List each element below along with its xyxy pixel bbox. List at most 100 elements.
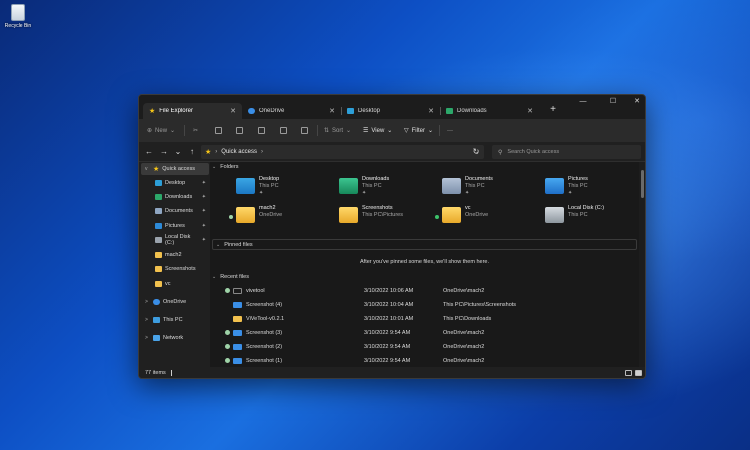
filter-button[interactable]: ▽ Filter ⌄ [404, 124, 433, 137]
minimize-button[interactable]: — [575, 97, 591, 107]
chevron-right-icon[interactable]: > [145, 317, 150, 323]
up-button[interactable]: ↑ [187, 146, 197, 158]
sidebar-item-mach2[interactable]: mach2 [141, 249, 209, 261]
sidebar-item-network[interactable]: > Network [141, 332, 209, 344]
rename-button[interactable] [258, 124, 265, 137]
chevron-right-icon[interactable]: > [145, 299, 150, 305]
sidebar-item-desktop[interactable]: Desktop ✦ [141, 177, 209, 189]
file-name: Screenshot (1) [246, 358, 283, 364]
new-tab-button[interactable]: + [547, 104, 559, 116]
forward-button[interactable]: → [159, 146, 169, 158]
sidebar-item-local-disk[interactable]: Local Disk (C:) ✦ [141, 234, 209, 246]
sidebar-item-screenshots[interactable]: Screenshots [141, 263, 209, 275]
table-row[interactable]: Screenshot (4) 3/10/2022 10:04 AM This P… [212, 299, 632, 312]
table-row[interactable]: vivetool 3/10/2022 10:06 AM OneDrive\mac… [212, 285, 632, 298]
command-bar: ⊕ New ⌄ ✂ ⇅ Sort ⌄ ☰ View ⌄ ▽ Filter ⌄ ·… [139, 119, 645, 142]
image-file-icon [233, 358, 242, 364]
sidebar-item-label: Network [163, 335, 184, 341]
pinned-files-section-header[interactable]: ⌄ Pinned files [212, 239, 637, 250]
address-bar[interactable]: ★ › Quick access › ⌄ [201, 145, 484, 159]
recent-locations-button[interactable]: ⌄ [173, 146, 183, 158]
folder-tile-mach2[interactable]: mach2 OneDrive [236, 205, 336, 231]
desktop-icon [347, 108, 354, 114]
folder-tile-pictures[interactable]: Pictures This PC ✦ [545, 176, 645, 202]
tab-downloads[interactable]: Downloads ✕ [440, 103, 539, 119]
chevron-down-icon: ⌄ [216, 241, 221, 248]
desktop-recycle-bin[interactable]: Recycle Bin [4, 4, 32, 29]
plus-circle-icon: ⊕ [147, 128, 153, 134]
folder-tile-local-disk[interactable]: Local Disk (C:) This PC [545, 205, 645, 231]
table-row[interactable]: Screenshot (3) 3/10/2022 9:54 AM OneDriv… [212, 327, 632, 340]
search-box[interactable]: ⚲ [492, 145, 641, 159]
tiles-view-button[interactable] [635, 370, 642, 376]
folder-icon [155, 281, 162, 287]
file-location: This PC\Downloads [443, 316, 492, 322]
table-row[interactable]: Screenshot (2) 3/10/2022 9:54 AM OneDriv… [212, 341, 632, 354]
copy-button[interactable] [215, 124, 222, 137]
image-file-icon [233, 302, 242, 308]
sidebar-item-pictures[interactable]: Pictures ✦ [141, 220, 209, 232]
close-tab-icon[interactable]: ✕ [329, 107, 335, 115]
details-view-button[interactable] [625, 370, 632, 376]
cut-button[interactable]: ✂ [193, 124, 198, 137]
folder-tile-desktop[interactable]: Desktop This PC ✦ [236, 176, 336, 202]
pin-icon: ✦ [201, 180, 206, 186]
delete-button[interactable] [301, 124, 308, 137]
chevron-down-icon: ⌄ [346, 128, 352, 134]
sidebar-item-label: Downloads [165, 194, 193, 200]
tab-desktop[interactable]: Desktop ✕ [341, 103, 441, 119]
sidebar-item-quick-access[interactable]: v ★ Quick access [141, 163, 209, 175]
recent-files-section-header[interactable]: ⌄ Recent files [212, 272, 637, 282]
sort-button[interactable]: ⇅ Sort ⌄ [324, 124, 351, 137]
documents-folder-icon [442, 178, 461, 194]
tab-onedrive[interactable]: OneDrive ✕ [242, 103, 342, 119]
table-row[interactable]: ViVeTool-v0.2.1 3/10/2022 10:01 AM This … [212, 313, 632, 326]
paste-button[interactable] [236, 124, 243, 137]
folder-tile-vc[interactable]: vc OneDrive [442, 205, 542, 231]
file-date: 3/10/2022 9:54 AM [364, 358, 411, 364]
close-tab-icon[interactable]: ✕ [428, 107, 434, 115]
sidebar-item-documents[interactable]: Documents ✦ [141, 205, 209, 217]
folder-tile-screenshots[interactable]: Screenshots This PC\Pictures [339, 205, 439, 231]
pictures-folder-icon [545, 178, 564, 194]
filter-label: Filter [411, 127, 425, 134]
network-icon [153, 335, 160, 341]
sidebar-item-onedrive[interactable]: > OneDrive [141, 296, 209, 308]
sidebar-item-this-pc[interactable]: > This PC [141, 314, 209, 326]
tab-file-explorer[interactable]: ★ File Explorer ✕ [143, 103, 242, 119]
sidebar-item-downloads[interactable]: Downloads ✦ [141, 191, 209, 203]
scrollbar-thumb[interactable] [641, 170, 644, 198]
see-more-button[interactable]: ··· [447, 124, 453, 137]
sync-status-icon [435, 215, 439, 219]
share-button[interactable] [280, 124, 287, 137]
file-name: Screenshot (4) [246, 302, 283, 308]
back-button[interactable]: ← [144, 146, 154, 158]
tab-label: Downloads [457, 108, 487, 114]
file-location: OneDrive\mach2 [443, 330, 485, 336]
refresh-button[interactable]: ↻ [471, 147, 481, 157]
close-tab-icon[interactable]: ✕ [527, 107, 533, 115]
file-name: vivetool [246, 288, 265, 294]
new-button[interactable]: ⊕ New ⌄ [147, 124, 175, 137]
sidebar-item-label: Screenshots [165, 266, 196, 272]
copy-icon [215, 127, 222, 134]
chevron-right-icon: › [260, 149, 263, 155]
folder-tile-downloads[interactable]: Downloads This PC ✦ [339, 176, 439, 202]
chevron-right-icon[interactable]: > [145, 335, 150, 341]
vertical-scrollbar[interactable] [639, 162, 645, 367]
tile-location: This PC [259, 183, 279, 189]
search-input[interactable] [507, 149, 628, 155]
maximize-button[interactable]: ☐ [605, 97, 621, 107]
view-button[interactable]: ☰ View ⌄ [363, 124, 392, 137]
folders-section-header[interactable]: ⌄ Folders [212, 162, 637, 172]
chevron-down-icon[interactable]: v [145, 166, 150, 172]
pin-icon: ✦ [201, 223, 206, 229]
star-icon: ★ [205, 148, 212, 156]
sidebar-item-vc[interactable]: vc [141, 278, 209, 290]
pin-icon: ✦ [568, 190, 573, 196]
folder-tile-documents[interactable]: Documents This PC ✦ [442, 176, 542, 202]
close-tab-icon[interactable]: ✕ [230, 107, 236, 115]
desktop-folder-icon [236, 178, 255, 194]
close-window-button[interactable]: ✕ [629, 97, 645, 107]
file-location: OneDrive\mach2 [443, 288, 485, 294]
